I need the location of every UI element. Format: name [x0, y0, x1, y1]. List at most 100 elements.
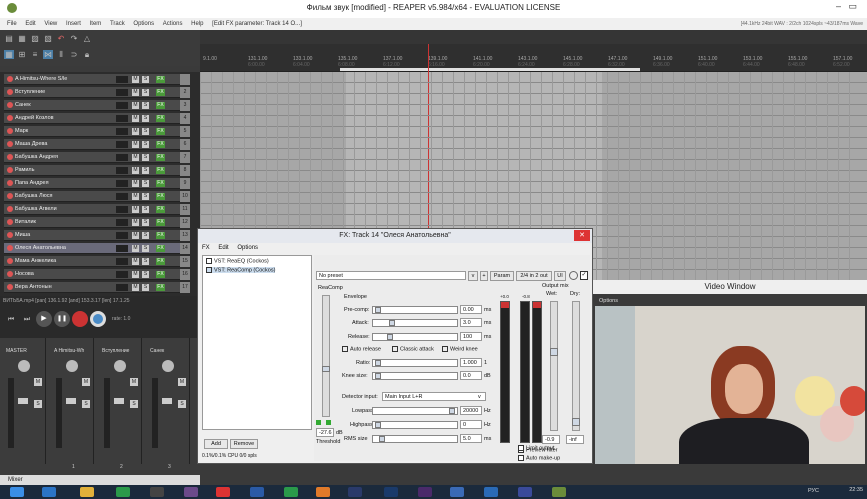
envelope-icon[interactable]: ⫴: [56, 50, 66, 59]
track-header[interactable]: Вступление M S FX 2: [4, 87, 190, 98]
track-header[interactable]: Маша Древа M S FX 6: [4, 139, 190, 150]
track-lane[interactable]: [200, 116, 867, 127]
solo-button[interactable]: S: [34, 400, 42, 408]
metronome-icon[interactable]: △: [82, 34, 92, 43]
solo-button[interactable]: S: [142, 115, 149, 122]
record-arm-icon[interactable]: [7, 232, 13, 238]
dry-slider[interactable]: [572, 301, 580, 431]
track-lane[interactable]: [200, 204, 867, 215]
fx-button[interactable]: FX: [156, 245, 165, 252]
auto-release-checkbox[interactable]: Auto release: [342, 346, 381, 352]
preset-dropdown[interactable]: v: [468, 271, 478, 281]
crossfade-icon[interactable]: ⋈: [43, 50, 53, 59]
fx-button[interactable]: FX: [156, 102, 165, 109]
mute-button[interactable]: M: [132, 284, 139, 291]
lightroom-icon[interactable]: [348, 487, 362, 497]
redo-icon[interactable]: ↷: [69, 34, 79, 43]
io-button[interactable]: 2/4 in 2 out: [516, 271, 552, 281]
close-icon[interactable]: ✕: [574, 230, 590, 241]
loop-icon[interactable]: ⊃: [69, 50, 79, 59]
track-header[interactable]: Олеся Анатольевна M S FX 14: [4, 243, 190, 254]
premiere-icon[interactable]: [418, 487, 432, 497]
maximize-button[interactable]: ▭: [848, 1, 857, 12]
checkbox-box[interactable]: [518, 455, 524, 461]
track-lane[interactable]: [200, 182, 867, 193]
record-arm-icon[interactable]: [7, 219, 13, 225]
mute-button[interactable]: M: [178, 378, 186, 386]
fx-chain-list[interactable]: VST: ReaEQ (Cockos) VST: ReaComp (Cockos…: [202, 255, 312, 430]
solo-button[interactable]: S: [142, 219, 149, 226]
menu-file[interactable]: File: [7, 18, 17, 30]
fx-button[interactable]: FX: [156, 141, 165, 148]
volume-knob[interactable]: [116, 271, 128, 278]
fader-knob[interactable]: [18, 398, 28, 404]
fx-button[interactable]: FX: [156, 232, 165, 239]
track-lane[interactable]: [200, 138, 867, 149]
volume-knob[interactable]: [116, 115, 128, 122]
fx-button[interactable]: FX: [156, 284, 165, 291]
language-indicator[interactable]: РУС: [808, 488, 819, 494]
reaper-icon[interactable]: [552, 487, 566, 497]
knee-value[interactable]: 0.0: [460, 371, 482, 380]
mixer-tab[interactable]: Mixer: [0, 475, 200, 485]
opera-icon[interactable]: [216, 487, 230, 497]
solo-button[interactable]: S: [142, 232, 149, 239]
video-frame[interactable]: [595, 306, 865, 464]
track-name[interactable]: Бабушка Агвели: [15, 206, 57, 212]
track-header[interactable]: Папа Андрея M S FX 9: [4, 178, 190, 189]
lowpass-value[interactable]: 20000: [460, 406, 482, 415]
mute-button[interactable]: M: [132, 167, 139, 174]
checkbox-box[interactable]: [342, 346, 348, 352]
track-name[interactable]: Маша Древа: [15, 141, 47, 147]
mute-button[interactable]: M: [132, 128, 139, 135]
clock[interactable]: 22:35: [849, 487, 863, 493]
solo-button[interactable]: S: [178, 400, 186, 408]
detector-select[interactable]: Main Input L+R: [382, 392, 486, 401]
volume-knob[interactable]: [116, 219, 128, 226]
edge-icon[interactable]: [42, 487, 56, 497]
record-arm-icon[interactable]: [7, 180, 13, 186]
volume-knob[interactable]: [116, 206, 128, 213]
add-fx-button[interactable]: Add: [204, 439, 228, 449]
mute-button[interactable]: M: [34, 378, 42, 386]
track-header[interactable]: Бабушка Андрея M S FX 7: [4, 152, 190, 163]
mute-button[interactable]: M: [132, 76, 139, 83]
track-name[interactable]: Папа Андрея: [15, 180, 49, 186]
threshold-slider[interactable]: [322, 295, 330, 417]
slider-knob[interactable]: [375, 422, 381, 428]
knee-slider[interactable]: [372, 372, 458, 380]
menu-item[interactable]: Item: [90, 18, 102, 30]
rms-slider[interactable]: [372, 435, 458, 443]
attack-value[interactable]: 3.0: [460, 318, 482, 327]
menu-view[interactable]: View: [44, 18, 57, 30]
record-arm-icon[interactable]: [7, 76, 13, 82]
fx-button[interactable]: FX: [156, 76, 165, 83]
attack-slider[interactable]: [372, 319, 458, 327]
minimize-button[interactable]: –: [836, 1, 841, 11]
param-button[interactable]: Param: [490, 271, 514, 281]
pan-knob[interactable]: [162, 360, 174, 372]
timeline-ruler[interactable]: 9.1.00 131.1.00 6:00.00 133.1.00 6:04.00 135.…: [200, 44, 867, 72]
menu-options[interactable]: Options: [133, 18, 154, 30]
remove-fx-button[interactable]: Remove: [230, 439, 258, 449]
checkbox-box[interactable]: [518, 445, 524, 451]
record-arm-icon[interactable]: [7, 115, 13, 121]
track-header[interactable]: Вера Антонын M S FX 17: [4, 282, 190, 293]
pan-knob[interactable]: [18, 360, 30, 372]
track-name[interactable]: Бабушка Андрея: [15, 154, 58, 160]
slider-knob[interactable]: [322, 366, 330, 372]
ui-button[interactable]: UI: [554, 271, 566, 281]
track-name[interactable]: Андрей Козлов: [15, 115, 54, 121]
snap-icon[interactable]: ⊞: [17, 50, 27, 59]
track-header[interactable]: Миша M S FX 13: [4, 230, 190, 241]
solo-button[interactable]: S: [142, 193, 149, 200]
dry-value[interactable]: -inf: [566, 435, 584, 444]
app-icon[interactable]: [484, 487, 498, 497]
slider-knob[interactable]: [449, 408, 455, 414]
track-lane[interactable]: [200, 94, 867, 105]
fx-chain-item-selected[interactable]: VST: ReaComp (Cockos): [206, 267, 276, 274]
track-name[interactable]: Миша: [15, 232, 30, 238]
checkbox-box[interactable]: [442, 346, 448, 352]
pan-knob[interactable]: [114, 360, 126, 372]
volume-knob[interactable]: [116, 180, 128, 187]
